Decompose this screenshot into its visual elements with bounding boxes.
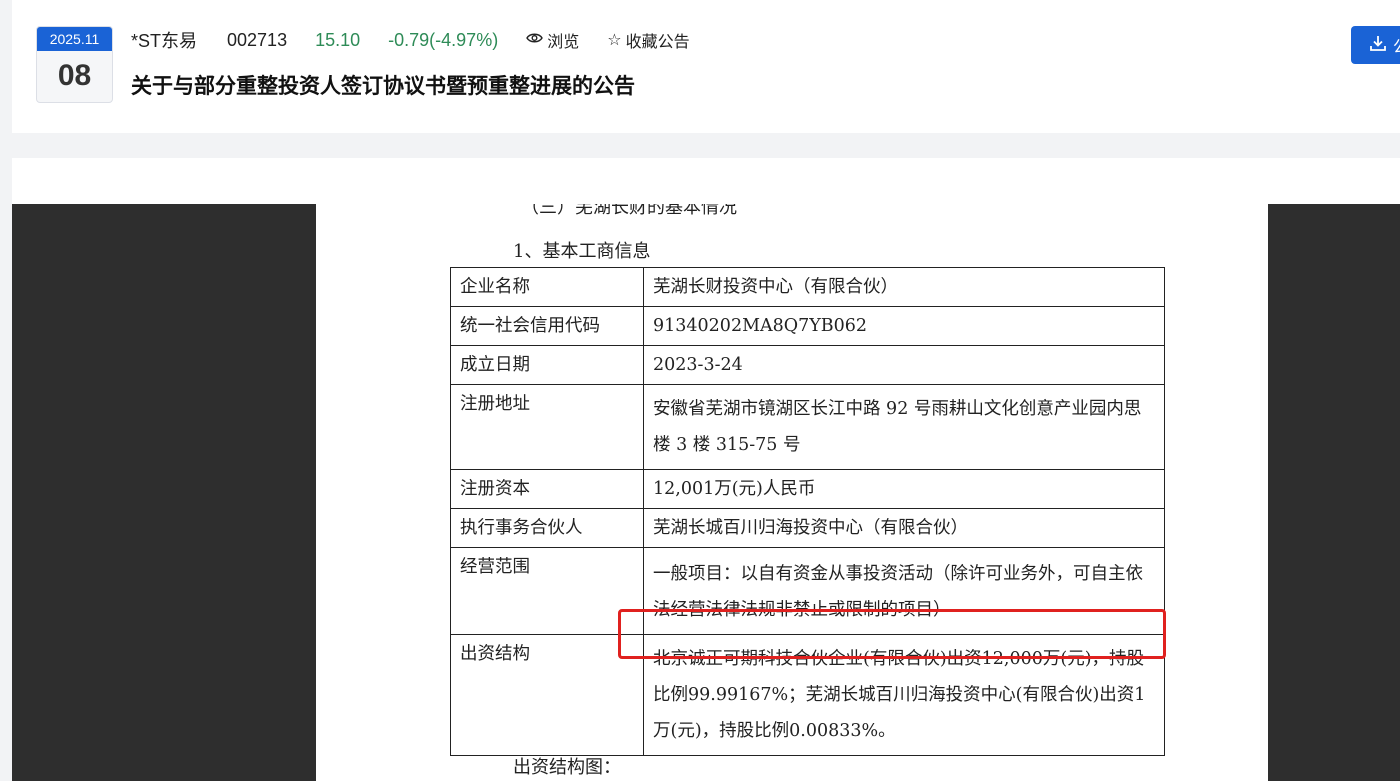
stock-price: 15.10 bbox=[315, 29, 361, 50]
star-icon: ☆ bbox=[607, 32, 622, 49]
row-value: 芜湖长财投资中心（有限合伙） bbox=[643, 267, 1165, 307]
row-key: 执行事务合伙人 bbox=[450, 508, 644, 548]
table-row: 注册地址 安徽省芜湖市镜湖区长江中路 92 号雨耕山文化创意产业园内思楼 3 楼… bbox=[450, 384, 1165, 470]
row-key: 出资结构 bbox=[450, 634, 644, 756]
viewer-toolbar-area bbox=[12, 158, 1400, 204]
section-heading: （三）芜湖长财的基本情况 bbox=[521, 204, 737, 218]
table-row: 执行事务合伙人 芜湖长城百川归海投资中心（有限合伙） bbox=[450, 508, 1165, 548]
row-key: 成立日期 bbox=[450, 345, 644, 385]
table-row: 注册资本 12,001万(元)人民币 bbox=[450, 469, 1165, 509]
date-year-month: 2025.11 bbox=[37, 27, 112, 51]
row-value: 芜湖长城百川归海投资中心（有限合伙） bbox=[643, 508, 1165, 548]
row-value: 安徽省芜湖市镜湖区长江中路 92 号雨耕山文化创意产业园内思楼 3 楼 315-… bbox=[643, 384, 1165, 470]
favorite-label: 收藏公告 bbox=[625, 34, 690, 51]
table-row: 企业名称 芜湖长财投资中心（有限合伙） bbox=[450, 267, 1165, 307]
stock-info-row: *ST东易 002713 15.10 -0.79(-4.97%) 浏览 ☆ 收藏… bbox=[131, 28, 718, 52]
structure-chart-heading: 出资结构图： bbox=[513, 757, 621, 778]
pdf-viewer[interactable]: （三）芜湖长财的基本情况 1、基本工商信息 企业名称 芜湖长财投资中心（有限合伙… bbox=[12, 204, 1400, 781]
row-value: 一般项目：以自有资金从事投资活动（除许可业务外，可自主依法经营法律法规非禁止或限… bbox=[643, 547, 1165, 635]
table-row: 成立日期 2023-3-24 bbox=[450, 345, 1165, 385]
row-key: 企业名称 bbox=[450, 267, 644, 307]
row-key: 经营范围 bbox=[450, 547, 644, 635]
download-button[interactable]: 公 bbox=[1351, 26, 1400, 64]
business-info-table: 企业名称 芜湖长财投资中心（有限合伙） 统一社会信用代码 91340202MA8… bbox=[450, 267, 1165, 756]
table-row: 出资结构 北京诚正可期科技合伙企业(有限合伙)出资12,000万(元)，持股比例… bbox=[450, 634, 1165, 756]
row-key: 统一社会信用代码 bbox=[450, 306, 644, 346]
row-key: 注册资本 bbox=[450, 469, 644, 509]
stock-change: -0.79(-4.97%) bbox=[388, 29, 499, 50]
table-row: 统一社会信用代码 91340202MA8Q7YB062 bbox=[450, 306, 1165, 346]
announcement-title: 关于与部分重整投资人签订协议书暨预重整进展的公告 bbox=[131, 74, 635, 98]
row-value: 91340202MA8Q7YB062 bbox=[643, 306, 1165, 346]
sub-heading: 1、基本工商信息 bbox=[513, 241, 651, 262]
announcement-header bbox=[12, 0, 1400, 133]
download-icon bbox=[1369, 34, 1387, 57]
favorite-button[interactable]: ☆ 收藏公告 bbox=[607, 28, 689, 52]
browse-button[interactable]: 浏览 bbox=[526, 28, 579, 52]
eye-icon bbox=[526, 31, 544, 49]
row-value: 北京诚正可期科技合伙企业(有限合伙)出资12,000万(元)，持股比例99.99… bbox=[643, 634, 1165, 756]
pdf-page: （三）芜湖长财的基本情况 1、基本工商信息 企业名称 芜湖长财投资中心（有限合伙… bbox=[316, 204, 1268, 781]
browse-label: 浏览 bbox=[547, 34, 580, 51]
row-value: 2023-3-24 bbox=[643, 345, 1165, 385]
stock-code[interactable]: 002713 bbox=[227, 30, 287, 51]
stock-name[interactable]: *ST东易 bbox=[131, 27, 197, 53]
row-key: 注册地址 bbox=[450, 384, 644, 470]
download-label: 公 bbox=[1393, 33, 1400, 57]
date-day: 08 bbox=[57, 59, 92, 92]
date-badge: 2025.11 08 bbox=[36, 26, 113, 103]
row-value: 12,001万(元)人民币 bbox=[643, 469, 1165, 509]
table-row: 经营范围 一般项目：以自有资金从事投资活动（除许可业务外，可自主依法经营法律法规… bbox=[450, 547, 1165, 635]
